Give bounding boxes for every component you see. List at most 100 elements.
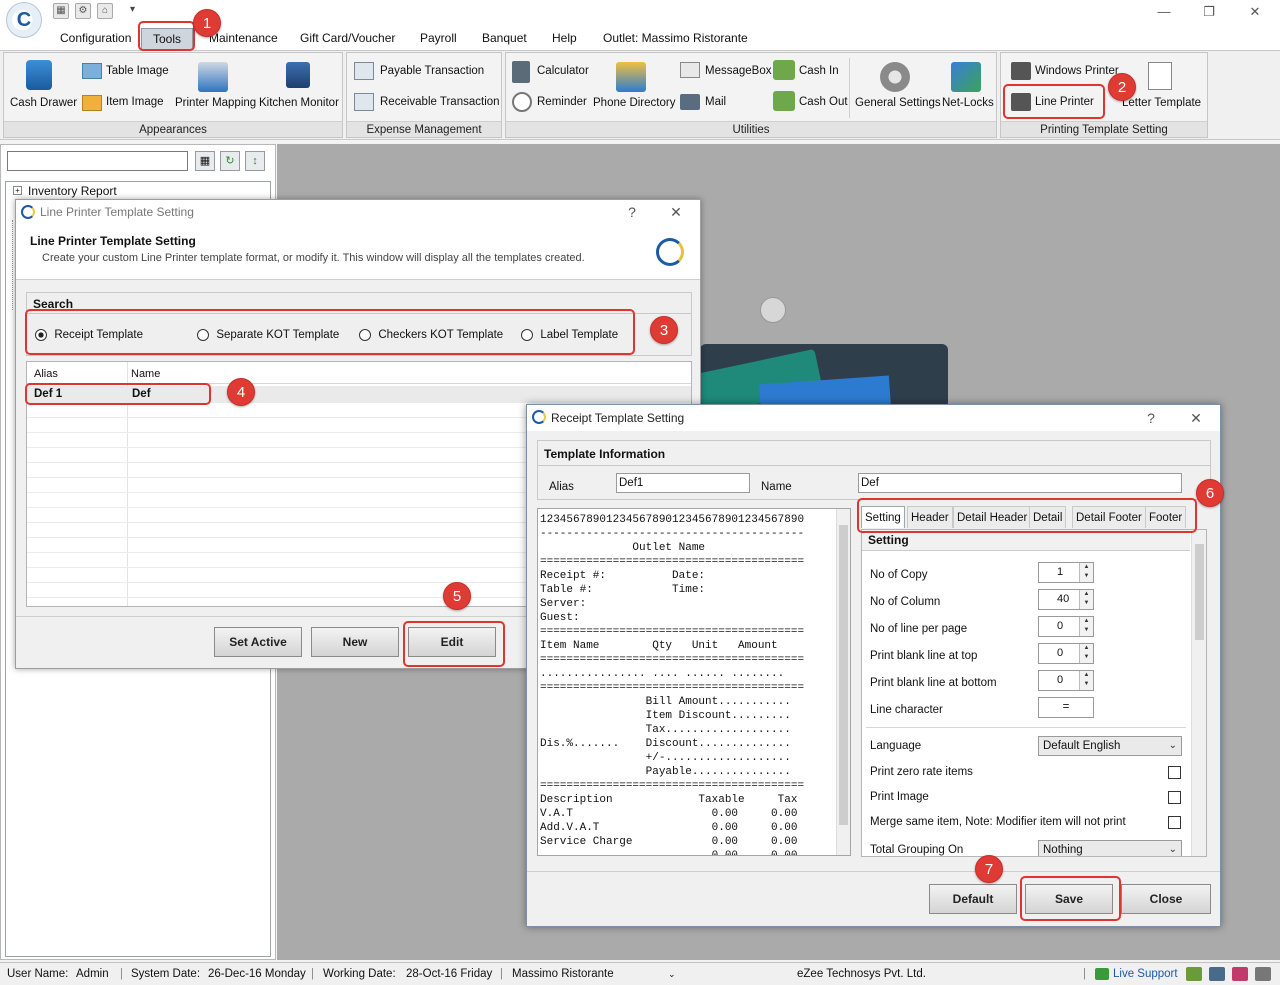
stepper-arrows-icon[interactable]: ▲ ▼	[1079, 590, 1093, 609]
item-image-button[interactable]: Item Image	[106, 96, 164, 108]
preview-scroll-thumb[interactable]	[839, 525, 848, 825]
letter-template-button[interactable]: Letter Template	[1122, 97, 1201, 109]
mail-icon[interactable]	[680, 94, 700, 110]
general-settings-icon[interactable]	[880, 62, 910, 92]
net-locks-button[interactable]: Net-Locks	[942, 97, 994, 109]
reminder-icon[interactable]	[512, 92, 532, 112]
tray-icon-3[interactable]	[1232, 967, 1248, 981]
total-grouping-select[interactable]: Nothing ⌄	[1038, 840, 1182, 856]
merge-same-checkbox[interactable]	[1168, 816, 1181, 829]
navigation-search-input[interactable]	[7, 151, 188, 171]
chevron-down-icon[interactable]: ⌄	[1169, 737, 1177, 755]
help-icon[interactable]: ?	[1137, 405, 1165, 429]
alias-input[interactable]: Def1	[616, 473, 750, 493]
receivable-transaction-icon[interactable]	[354, 93, 374, 111]
cash-drawer-icon[interactable]	[26, 60, 52, 90]
blank-top-stepper[interactable]: 0 ▲ ▼	[1038, 643, 1094, 664]
line-char-input[interactable]: =	[1038, 697, 1094, 718]
default-button[interactable]: Default	[929, 884, 1017, 914]
zero-rate-checkbox[interactable]	[1168, 766, 1181, 779]
messagebox-icon[interactable]	[680, 62, 700, 78]
tab-banquet[interactable]: Banquet	[476, 28, 533, 50]
cash-out-icon[interactable]	[773, 91, 795, 111]
kitchen-monitor-button[interactable]: Kitchen Monitor	[259, 97, 339, 109]
close-icon[interactable]: ✕	[1182, 405, 1210, 429]
close-button[interactable]: Close	[1121, 884, 1211, 914]
tab-payroll[interactable]: Payroll	[414, 28, 463, 50]
receipt-preview[interactable]: 1234567890123456789012345678901234567890…	[537, 508, 851, 856]
setting-scrollbar[interactable]	[1191, 530, 1206, 856]
setting-scroll-thumb[interactable]	[1195, 544, 1204, 640]
tree-item-inventory-report[interactable]: Inventory Report	[28, 184, 117, 198]
printer-mapping-icon[interactable]	[198, 62, 228, 92]
table-image-button[interactable]: Table Image	[106, 65, 169, 77]
tab-outlet[interactable]: Outlet: Massimo Ristorante	[597, 28, 754, 50]
tab-help[interactable]: Help	[546, 28, 583, 50]
net-locks-icon[interactable]	[951, 62, 981, 92]
cash-out-button[interactable]: Cash Out	[799, 96, 848, 108]
status-outlet-dropdown-icon[interactable]: ⌄	[668, 963, 676, 985]
name-input[interactable]: Def	[858, 473, 1182, 493]
set-active-button[interactable]: Set Active	[214, 627, 302, 657]
tab-gift-card-voucher[interactable]: Gift Card/Voucher	[294, 28, 401, 50]
windows-printer-icon[interactable]	[1011, 62, 1031, 80]
chevron-down-icon[interactable]: ⌄	[1169, 841, 1177, 856]
blank-bottom-stepper[interactable]: 0 ▲ ▼	[1038, 670, 1094, 691]
payable-transaction-button[interactable]: Payable Transaction	[380, 65, 484, 77]
highlight-tools	[138, 21, 195, 51]
phone-directory-button[interactable]: Phone Directory	[593, 97, 675, 109]
quick-access-grid-icon[interactable]: ▦	[53, 3, 69, 19]
no-of-column-stepper[interactable]: 40 ▲ ▼	[1038, 589, 1094, 610]
payable-transaction-icon[interactable]	[354, 62, 374, 80]
receivable-transaction-button[interactable]: Receivable Transaction	[380, 96, 500, 108]
mail-button[interactable]: Mail	[705, 96, 726, 108]
item-image-icon[interactable]	[82, 95, 102, 111]
language-select[interactable]: Default English ⌄	[1038, 736, 1182, 756]
phone-directory-icon[interactable]	[616, 62, 646, 92]
general-settings-button[interactable]: General Settings	[855, 97, 941, 109]
status-outlet[interactable]: Massimo Ristorante	[512, 963, 614, 985]
status-workdate-label: Working Date:	[323, 968, 396, 980]
tray-icon-4[interactable]	[1255, 967, 1271, 981]
help-icon[interactable]: ?	[618, 200, 646, 224]
binoculars-icon[interactable]: ▦	[195, 151, 215, 171]
stepper-arrows-icon[interactable]: ▲ ▼	[1079, 617, 1093, 636]
stepper-arrows-icon[interactable]: ▲ ▼	[1079, 671, 1093, 690]
tab-configuration[interactable]: Configuration	[54, 28, 137, 50]
cash-in-button[interactable]: Cash In	[799, 65, 839, 77]
restore-icon[interactable]: ❐	[1198, 3, 1220, 21]
lines-per-page-stepper[interactable]: 0 ▲ ▼	[1038, 616, 1094, 637]
stepper-arrows-icon[interactable]: ▲ ▼	[1079, 644, 1093, 663]
stepper-arrows-icon[interactable]: ▲ ▼	[1079, 563, 1093, 582]
live-support-icon[interactable]	[1095, 968, 1109, 980]
tree-expand-icon[interactable]: +	[13, 186, 22, 195]
cash-in-icon[interactable]	[773, 60, 795, 80]
calculator-icon[interactable]	[512, 61, 530, 83]
tray-icon-1[interactable]	[1186, 967, 1202, 981]
messagebox-button[interactable]: MessageBox	[705, 65, 771, 77]
quick-access-lock-icon[interactable]: ⌂	[97, 3, 113, 19]
letter-template-icon[interactable]	[1148, 62, 1172, 90]
refresh-icon[interactable]: ↻	[220, 151, 240, 171]
reminder-button[interactable]: Reminder	[537, 96, 587, 108]
quick-access-dropdown-icon[interactable]: ▾	[130, 4, 135, 15]
cash-drawer-button[interactable]: Cash Drawer	[10, 97, 77, 109]
receipt-preview-text: 1234567890123456789012345678901234567890…	[540, 514, 805, 856]
table-image-icon[interactable]	[82, 63, 102, 79]
printer-mapping-button[interactable]: Printer Mapping	[175, 97, 256, 109]
kitchen-monitor-icon[interactable]	[286, 62, 310, 88]
print-image-checkbox[interactable]	[1168, 791, 1181, 804]
minimize-icon[interactable]: —	[1153, 3, 1175, 21]
windows-printer-button[interactable]: Windows Printer	[1035, 65, 1119, 77]
new-button[interactable]: New	[311, 627, 399, 657]
sort-icon[interactable]: ↕	[245, 151, 265, 171]
tray-icon-2[interactable]	[1209, 967, 1225, 981]
window-close-icon[interactable]: ✕	[1244, 3, 1266, 21]
no-of-copy-stepper[interactable]: 1 ▲ ▼	[1038, 562, 1094, 583]
close-icon[interactable]: ✕	[662, 200, 690, 224]
calculator-button[interactable]: Calculator	[537, 65, 589, 77]
app-logo-icon[interactable]: C	[6, 2, 42, 38]
quick-access-tool-icon[interactable]: ⚙	[75, 3, 91, 19]
live-support-link[interactable]: Live Support	[1113, 963, 1178, 985]
preview-scrollbar[interactable]	[836, 509, 850, 855]
